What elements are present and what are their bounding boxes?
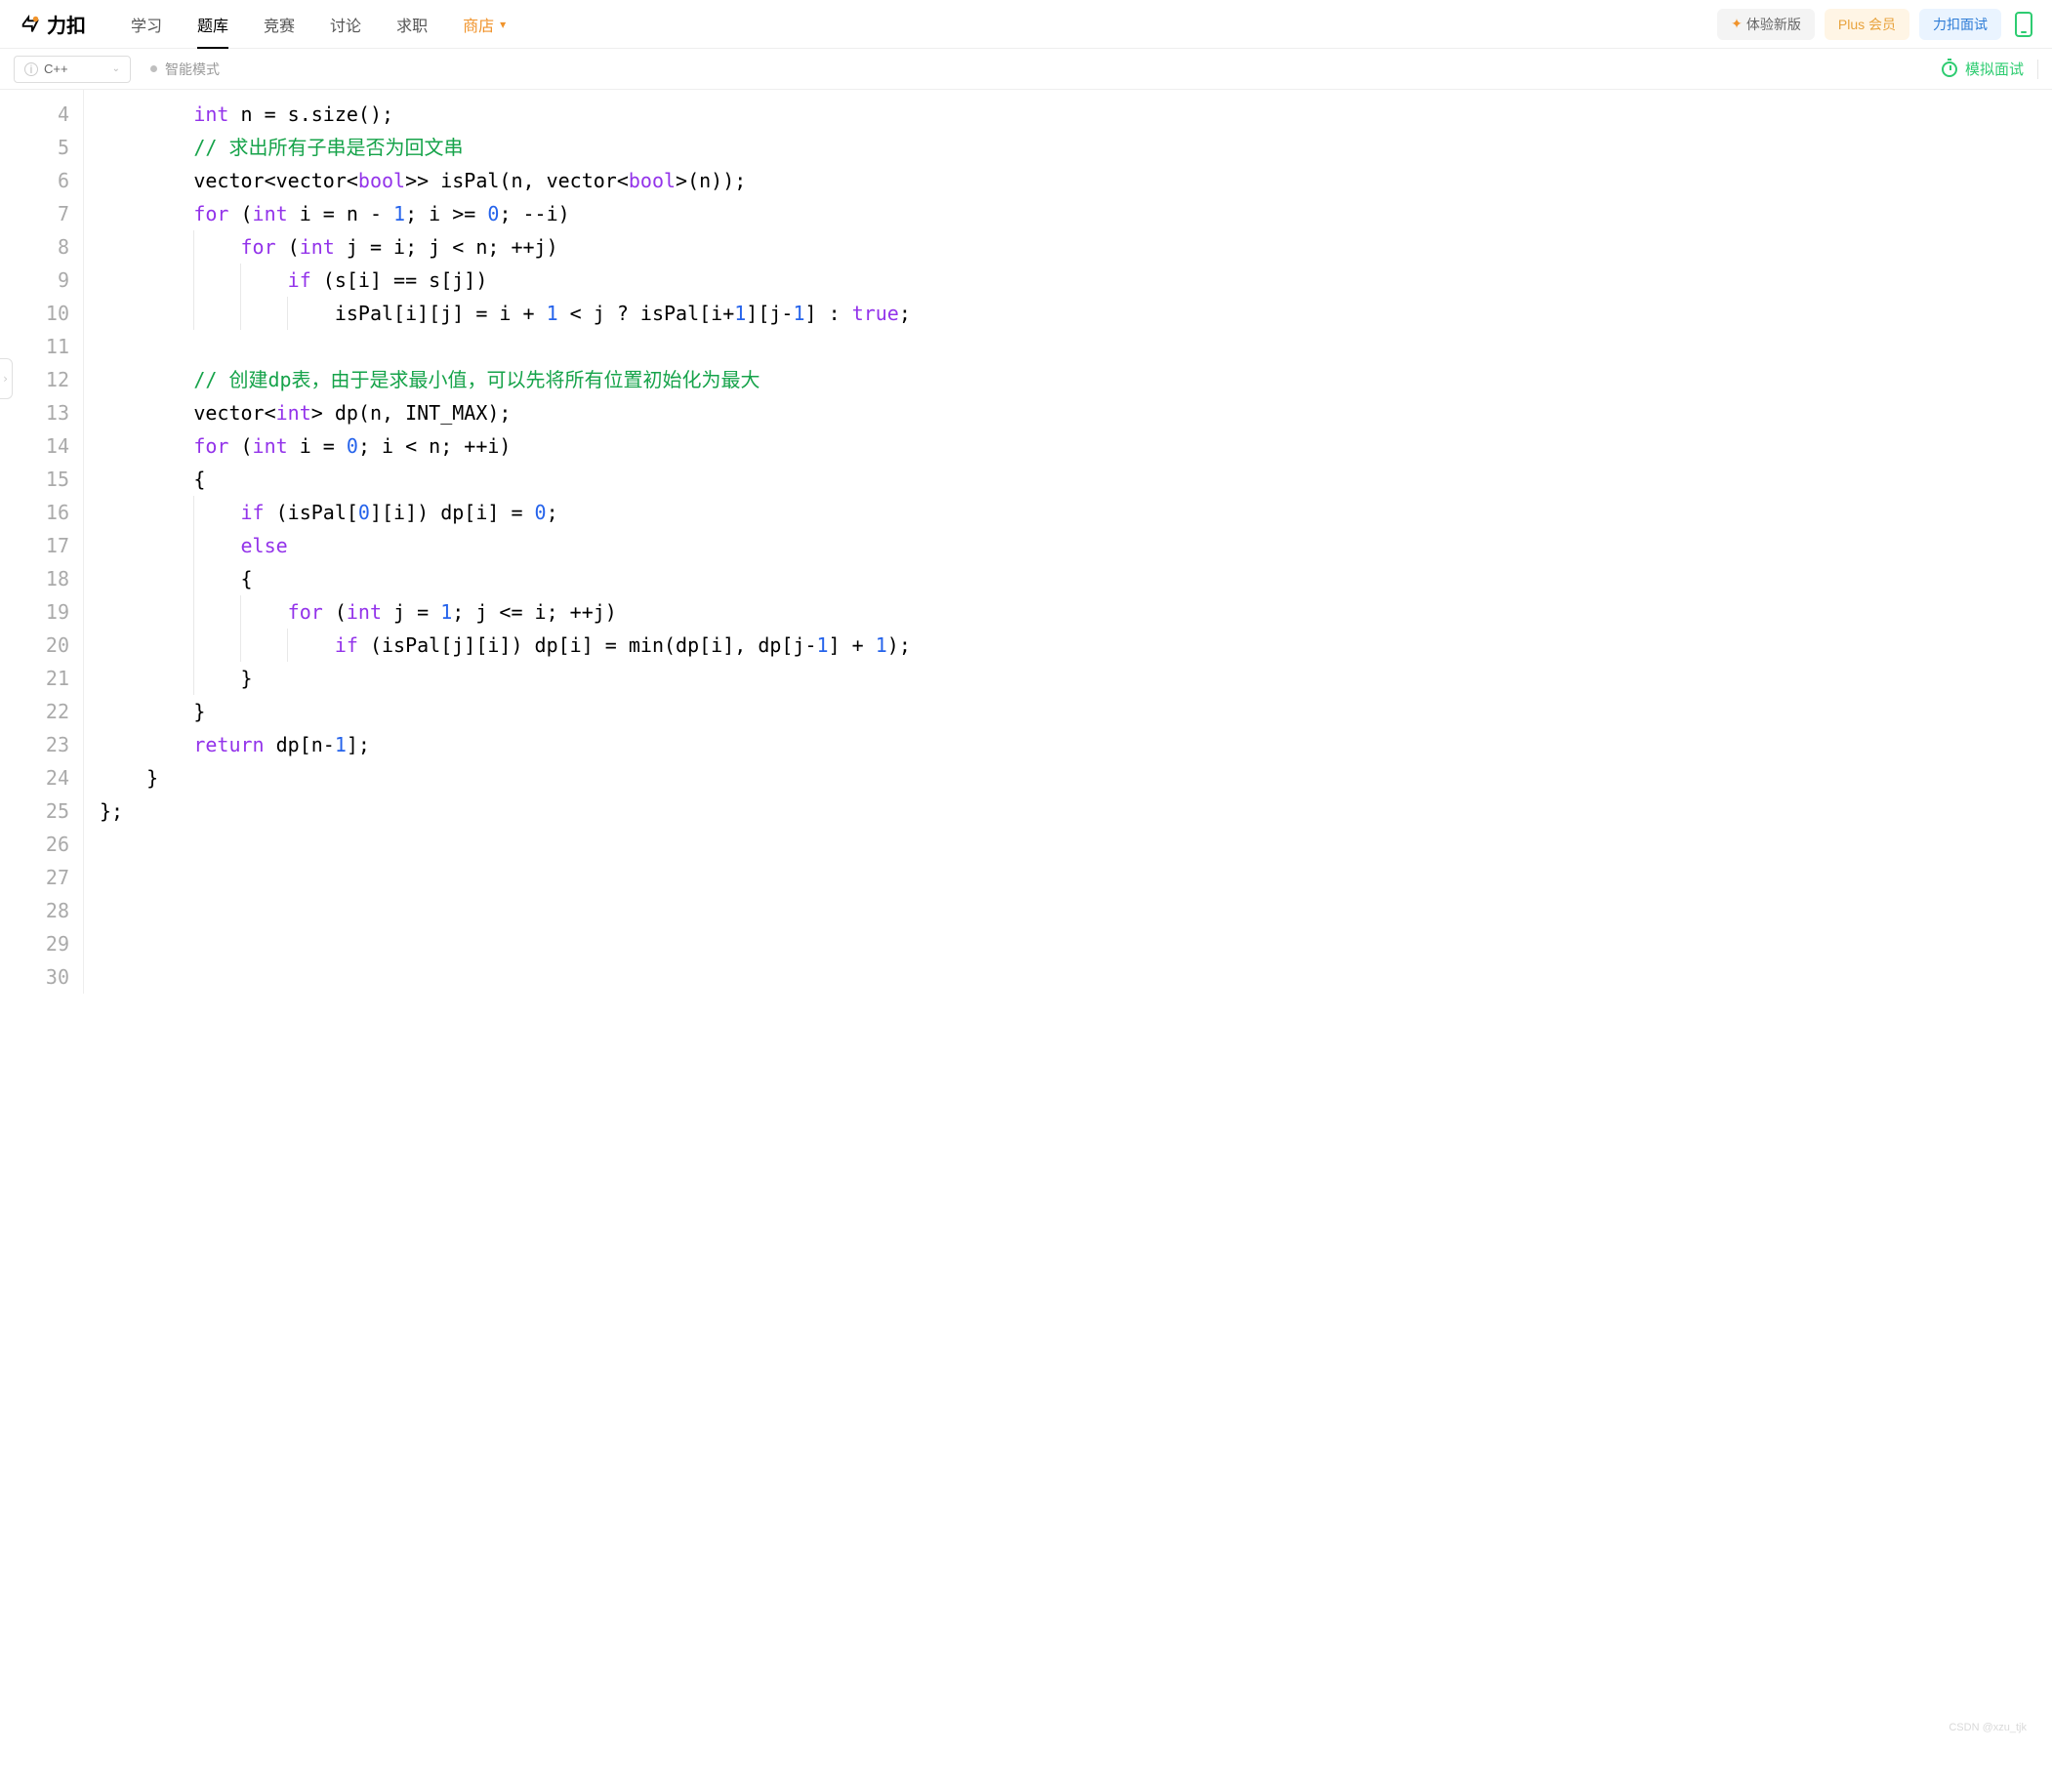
line-number: 19 — [0, 595, 83, 629]
line-number: 29 — [0, 927, 83, 960]
code-line[interactable] — [100, 828, 2052, 861]
nav-links: 学习题库竞赛讨论求职商店▾ — [113, 0, 523, 49]
line-number: 18 — [0, 562, 83, 595]
nav-link-0[interactable]: 学习 — [113, 0, 180, 49]
code-line[interactable]: return dp[n-1]; — [100, 728, 2052, 761]
code-line[interactable]: { — [100, 562, 2052, 595]
chevron-down-icon: ▾ — [500, 18, 506, 31]
try-new-label: 体验新版 — [1746, 15, 1801, 34]
nav-link-4[interactable]: 求职 — [379, 0, 445, 49]
line-number: 25 — [0, 794, 83, 828]
code-line[interactable]: for (int j = i; j < n; ++j) — [100, 230, 2052, 264]
code-line[interactable]: // 创建dp表，由于是求最小值，可以先将所有位置初始化为最大 — [100, 363, 2052, 396]
code-line[interactable]: isPal[i][j] = i + 1 < j ? isPal[i+1][j-1… — [100, 297, 2052, 330]
editor-mode[interactable]: 智能模式 — [150, 60, 220, 79]
code-editor[interactable]: › 45678910111213141516171819202122232425… — [0, 90, 2052, 994]
line-number: 28 — [0, 894, 83, 927]
mode-dot-icon — [150, 65, 157, 72]
line-number: 7 — [0, 197, 83, 230]
line-number: 10 — [0, 297, 83, 330]
nav-link-3[interactable]: 讨论 — [312, 0, 379, 49]
line-number: 30 — [0, 960, 83, 994]
line-number: 5 — [0, 131, 83, 164]
info-icon: i — [24, 62, 38, 76]
line-number: 27 — [0, 861, 83, 894]
code-line[interactable]: } — [100, 662, 2052, 695]
line-number: 17 — [0, 529, 83, 562]
interview-button[interactable]: 力扣面试 — [1919, 9, 2001, 40]
code-line[interactable]: vector<int> dp(n, INT_MAX); — [100, 396, 2052, 429]
code-line[interactable]: if (isPal[0][i]) dp[i] = 0; — [100, 496, 2052, 529]
line-number: 8 — [0, 230, 83, 264]
code-line[interactable]: if (s[i] == s[j]) — [100, 264, 2052, 297]
line-number: 13 — [0, 396, 83, 429]
line-number: 24 — [0, 761, 83, 794]
line-number: 14 — [0, 429, 83, 463]
nav-link-5[interactable]: 商店▾ — [445, 0, 523, 49]
plus-member-label: Plus 会员 — [1838, 15, 1896, 34]
code-line[interactable]: else — [100, 529, 2052, 562]
line-number: 23 — [0, 728, 83, 761]
code-line[interactable]: } — [100, 695, 2052, 728]
code-area[interactable]: int n = s.size(); // 求出所有子串是否为回文串 vector… — [84, 90, 2052, 994]
code-line[interactable]: { — [100, 463, 2052, 496]
nav-link-2[interactable]: 竞赛 — [246, 0, 312, 49]
logo-text: 力扣 — [47, 10, 86, 38]
mode-label: 智能模式 — [165, 60, 220, 79]
line-number: 20 — [0, 629, 83, 662]
logo[interactable]: 力扣 — [20, 10, 86, 38]
line-number: 16 — [0, 496, 83, 529]
language-label: C++ — [44, 61, 68, 76]
code-line[interactable] — [100, 927, 2052, 960]
watermark: CSDN @xzu_tjk — [1949, 1722, 2027, 1733]
clock-icon — [1942, 61, 1957, 77]
line-number: 26 — [0, 828, 83, 861]
code-line[interactable] — [100, 861, 2052, 894]
line-number: 22 — [0, 695, 83, 728]
code-line[interactable]: vector<vector<bool>> isPal(n, vector<boo… — [100, 164, 2052, 197]
mock-label: 模拟面试 — [1965, 59, 2024, 79]
code-line[interactable]: // 求出所有子串是否为回文串 — [100, 131, 2052, 164]
code-line[interactable]: } — [100, 761, 2052, 794]
line-number: 15 — [0, 463, 83, 496]
editor-toolbar: i C++ ⌄ 智能模式 模拟面试 — [0, 49, 2052, 90]
code-line[interactable]: for (int j = 1; j <= i; ++j) — [100, 595, 2052, 629]
interview-label: 力扣面试 — [1933, 15, 1988, 34]
panel-expand-handle[interactable]: › — [0, 358, 13, 399]
nav-link-1[interactable]: 题库 — [180, 0, 246, 49]
language-select[interactable]: i C++ ⌄ — [14, 56, 131, 83]
divider — [2037, 60, 2038, 79]
line-number: 6 — [0, 164, 83, 197]
code-line[interactable] — [100, 894, 2052, 927]
line-number: 11 — [0, 330, 83, 363]
try-new-button[interactable]: ✦体验新版 — [1717, 9, 1815, 40]
code-line[interactable]: }; — [100, 794, 2052, 828]
plus-member-button[interactable]: Plus 会员 — [1825, 9, 1909, 40]
logo-icon — [20, 14, 41, 35]
line-number: 21 — [0, 662, 83, 695]
line-gutter: 4567891011121314151617181920212223242526… — [0, 90, 84, 994]
code-line[interactable]: for (int i = 0; i < n; ++i) — [100, 429, 2052, 463]
line-number: 9 — [0, 264, 83, 297]
code-line[interactable]: for (int i = n - 1; i >= 0; --i) — [100, 197, 2052, 230]
code-line[interactable]: int n = s.size(); — [100, 98, 2052, 131]
mobile-icon[interactable] — [2015, 12, 2032, 37]
code-line[interactable] — [100, 960, 2052, 994]
code-line[interactable]: if (isPal[j][i]) dp[i] = min(dp[i], dp[j… — [100, 629, 2052, 662]
code-line[interactable] — [100, 330, 2052, 363]
mock-interview-button[interactable]: 模拟面试 — [1942, 59, 2024, 79]
top-nav: 力扣 学习题库竞赛讨论求职商店▾ ✦体验新版 Plus 会员 力扣面试 — [0, 0, 2052, 49]
sparkle-icon: ✦ — [1731, 16, 1743, 32]
line-number: 4 — [0, 98, 83, 131]
chevron-down-icon: ⌄ — [112, 63, 120, 74]
